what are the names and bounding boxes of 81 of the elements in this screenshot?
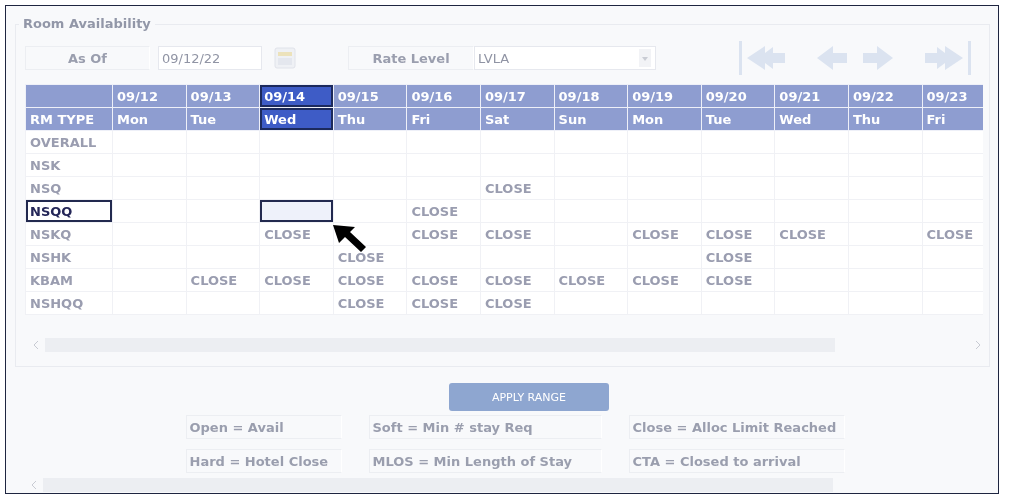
availability-cell[interactable] (186, 176, 260, 200)
panel-title: Room Availability (19, 16, 155, 31)
availability-cell[interactable]: CLOSE (259, 268, 334, 292)
availability-cell[interactable]: CLOSE (406, 199, 481, 223)
date-header[interactable]: 09/23 (922, 84, 983, 108)
availability-cell[interactable] (259, 176, 334, 200)
availability-cell[interactable]: CLOSE (480, 268, 555, 292)
legend-item: Hard = Hotel Close (185, 449, 342, 474)
date-header[interactable]: 09/16 (406, 84, 481, 108)
room-type-cell[interactable]: KBAM (25, 268, 113, 292)
room-type-cell[interactable]: NSK (25, 153, 113, 177)
availability-cell[interactable]: CLOSE (333, 291, 407, 315)
legend-item: MLOS = Min Length of Stay (368, 449, 602, 474)
legend-item: Close = Alloc Limit Reached (628, 415, 845, 440)
date-header[interactable]: 09/21 (774, 84, 849, 108)
next-icon[interactable] (861, 43, 895, 73)
column-header: RM TYPE (25, 107, 113, 131)
room-type-cell[interactable]: NSHK (25, 245, 113, 269)
availability-cell[interactable] (627, 130, 702, 154)
availability-cell[interactable] (186, 222, 260, 246)
previous-icon[interactable] (815, 43, 849, 73)
availability-cell[interactable] (112, 222, 187, 246)
availability-cell[interactable] (333, 130, 407, 154)
availability-cell[interactable] (112, 176, 187, 200)
availability-cell[interactable]: CLOSE (627, 222, 702, 246)
availability-cell[interactable] (112, 199, 187, 223)
availability-cell[interactable]: CLOSE (701, 222, 775, 246)
availability-cell[interactable] (186, 199, 260, 223)
date-header[interactable]: 09/17 (480, 84, 555, 108)
legend-item: Soft = Min # stay Req (368, 415, 602, 440)
scroll-left-icon[interactable] (33, 340, 39, 350)
availability-cell[interactable] (701, 130, 775, 154)
availability-cell[interactable]: CLOSE (554, 268, 628, 292)
date-header[interactable]: 09/19 (627, 84, 702, 108)
availability-cell[interactable]: CLOSE (480, 176, 555, 200)
availability-cell[interactable]: CLOSE (259, 222, 334, 246)
date-header[interactable]: 09/20 (701, 84, 775, 108)
availability-cell[interactable] (259, 130, 334, 154)
scroll-left-icon[interactable] (31, 480, 37, 491)
availability-cell[interactable]: CLOSE (701, 245, 775, 269)
availability-cell[interactable] (333, 176, 407, 200)
availability-cell[interactable] (774, 130, 849, 154)
availability-cell[interactable]: CLOSE (480, 291, 555, 315)
date-header[interactable]: 09/13 (186, 84, 260, 108)
rate-level-dropdown[interactable]: LVLA (474, 46, 656, 70)
availability-cell[interactable]: CLOSE (333, 268, 407, 292)
availability-cell[interactable] (480, 130, 555, 154)
date-header[interactable]: 09/18 (554, 84, 628, 108)
availability-cell[interactable] (406, 130, 481, 154)
availability-cell[interactable]: CLOSE (186, 268, 260, 292)
room-type-cell[interactable]: OVERALL (25, 130, 113, 154)
availability-cell[interactable] (112, 130, 187, 154)
availability-cell[interactable] (554, 130, 628, 154)
availability-cell[interactable]: CLOSE (480, 222, 555, 246)
availability-cell[interactable] (848, 130, 923, 154)
scrollbar[interactable] (43, 478, 833, 493)
availability-cell[interactable]: CLOSE (406, 268, 481, 292)
availability-cell[interactable]: CLOSE (701, 268, 775, 292)
as-of-field[interactable]: 09/12/22 (158, 46, 262, 70)
calendar-icon[interactable] (274, 47, 296, 69)
as-of-label: As Of (25, 46, 150, 70)
availability-cell[interactable]: CLOSE (627, 268, 702, 292)
legend-item: Open = Avail (185, 415, 342, 440)
availability-cell[interactable]: CLOSE (406, 291, 481, 315)
room-type-cell[interactable]: NSQQ (25, 199, 113, 223)
apply-range-button[interactable]: APPLY RANGE (449, 383, 609, 412)
room-type-cell[interactable]: NSHQQ (25, 291, 113, 315)
date-header[interactable]: 09/22 (848, 84, 923, 108)
rate-level-label: Rate Level (348, 46, 474, 70)
availability-cell[interactable]: CLOSE (774, 222, 849, 246)
availability-cell[interactable]: CLOSE (406, 222, 481, 246)
date-header[interactable]: 09/15 (333, 84, 407, 108)
date-header[interactable]: 09/12 (112, 84, 187, 108)
room-type-cell[interactable]: NSQ (25, 176, 113, 200)
availability-cell[interactable] (186, 130, 260, 154)
date-header[interactable]: 09/14 (259, 84, 334, 108)
scroll-right-icon[interactable] (975, 340, 981, 350)
legend-item: CTA = Closed to arrival (628, 449, 845, 474)
availability-cell[interactable] (333, 199, 407, 223)
caret-icon[interactable] (639, 49, 651, 67)
room-type-cell[interactable]: NSKQ (25, 222, 113, 246)
